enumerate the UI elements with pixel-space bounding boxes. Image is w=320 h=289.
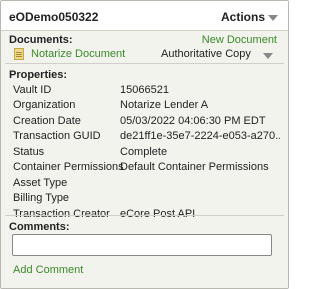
property-value: Complete bbox=[120, 145, 168, 158]
property-key: Vault ID bbox=[13, 83, 52, 96]
property-key: Container Permissions bbox=[13, 161, 124, 174]
document-item: Notarize Document bbox=[14, 48, 125, 60]
property-key: Transaction Creator bbox=[13, 207, 110, 220]
properties-label: Properties: bbox=[9, 69, 68, 81]
property-row: Organization Notarize Lender A bbox=[13, 98, 283, 114]
property-row: Transaction Creator eCore Post API bbox=[13, 206, 283, 222]
documents-section: Documents: New Document Notarize Documen… bbox=[1, 31, 288, 63]
documents-label: Documents: bbox=[9, 34, 73, 46]
property-key: Asset Type bbox=[13, 176, 68, 189]
property-row: Billing Type bbox=[13, 191, 283, 207]
property-row: Transaction GUID de21ff1e-35e7-2224-e053-… bbox=[13, 129, 283, 145]
property-key: Billing Type bbox=[13, 192, 70, 205]
property-value: 05/03/2022 04:06:30 PM EDT bbox=[120, 114, 266, 127]
property-key: Status bbox=[13, 145, 45, 158]
property-value: de21ff1e-35e7-2224-e053-a270... bbox=[120, 130, 280, 143]
actions-menu-button[interactable]: Actions bbox=[221, 10, 278, 24]
property-value: Notarize Lender A bbox=[120, 99, 209, 112]
property-value: Default Container Permissions bbox=[120, 161, 269, 174]
new-document-link[interactable]: New Document bbox=[202, 34, 277, 46]
document-menu-icon[interactable] bbox=[263, 53, 273, 59]
actions-label: Actions bbox=[220, 10, 265, 24]
document-icon bbox=[14, 48, 24, 60]
panel-title: eODemo050322 bbox=[9, 10, 99, 24]
add-comment-link[interactable]: Add Comment bbox=[13, 264, 83, 276]
properties-table: Vault ID 15066521 Organization Notarize Le… bbox=[13, 82, 283, 222]
property-key: Organization bbox=[13, 99, 76, 112]
triangle-down-icon bbox=[268, 14, 278, 21]
section-divider bbox=[5, 63, 284, 64]
property-row: Vault ID 15066521 bbox=[13, 82, 283, 98]
panel-header: eODemo050322 Actions bbox=[1, 1, 288, 31]
document-type: Authoritative Copy bbox=[161, 48, 251, 60]
property-row: Status Complete bbox=[13, 144, 283, 160]
comments-label: Comments: bbox=[9, 221, 70, 233]
property-row: Container Permissions Default Container P… bbox=[13, 160, 283, 176]
document-link[interactable]: Notarize Document bbox=[31, 48, 125, 60]
property-key: Transaction GUID bbox=[13, 130, 101, 143]
property-value: eCore Post API bbox=[120, 207, 196, 220]
property-row: Asset Type bbox=[13, 175, 283, 191]
comment-input[interactable] bbox=[12, 234, 272, 256]
section-divider bbox=[5, 215, 284, 216]
vault-panel: eODemo050322 Actions Documents: New Docu… bbox=[0, 0, 289, 289]
property-key: Creation Date bbox=[13, 114, 81, 127]
property-value: 15066521 bbox=[120, 83, 169, 96]
property-row: Creation Date 05/03/2022 04:06:30 PM EDT bbox=[13, 113, 283, 129]
